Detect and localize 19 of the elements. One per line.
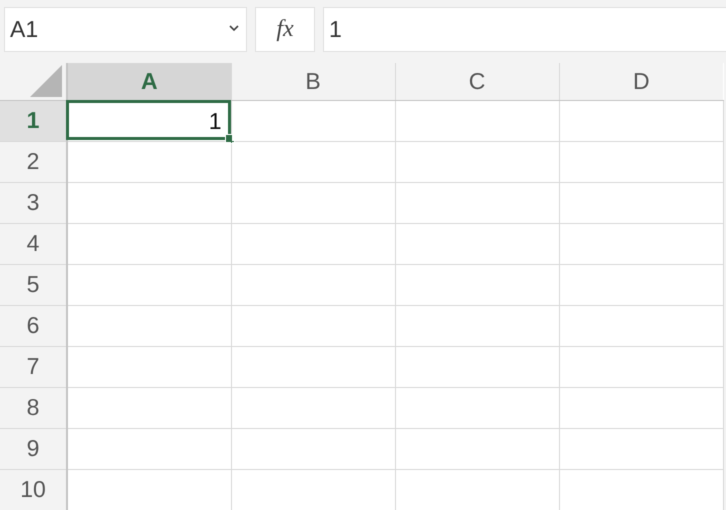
function-button[interactable]: fx [255, 7, 315, 52]
column-header[interactable]: A [67, 63, 231, 100]
row-header[interactable]: 2 [0, 141, 67, 182]
caret-icon [228, 24, 240, 32]
column-header[interactable]: C [395, 63, 559, 100]
row-header[interactable]: 4 [0, 223, 67, 264]
row-header[interactable]: 6 [0, 305, 67, 346]
row-header[interactable]: 8 [0, 387, 67, 428]
row-header[interactable]: 1 [0, 100, 67, 141]
column-header[interactable]: D [559, 63, 723, 100]
name-box[interactable]: A1 [4, 7, 247, 52]
row-header[interactable]: 3 [0, 182, 67, 223]
row-header[interactable]: 9 [0, 428, 67, 469]
row-header[interactable]: 5 [0, 264, 67, 305]
row-header[interactable]: 10 [0, 469, 67, 510]
table-cell[interactable]: 1 [66, 100, 230, 140]
row-header[interactable]: 7 [0, 346, 67, 387]
column-header[interactable]: B [231, 63, 395, 100]
formula-field[interactable]: 1 [323, 7, 726, 52]
